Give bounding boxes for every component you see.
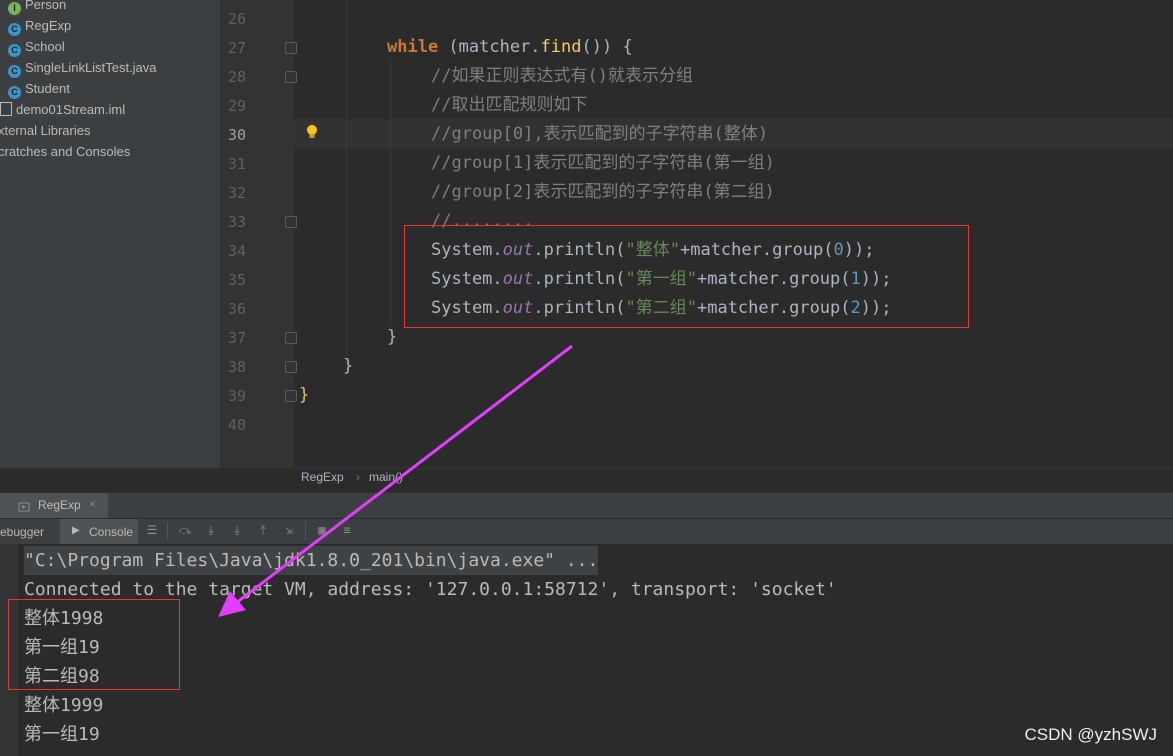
breadcrumb-separator: › bbox=[356, 470, 360, 484]
trace-icon[interactable]: ≡ bbox=[340, 523, 354, 537]
tree-item-iml[interactable]: demo01Stream.iml bbox=[0, 99, 125, 120]
tab-console[interactable]: Console bbox=[89, 525, 133, 539]
code-line-37[interactable]: } bbox=[387, 323, 397, 352]
watermark: CSDN @yzhSWJ bbox=[1024, 725, 1158, 744]
line-number: 29 bbox=[227, 97, 246, 115]
code-line-29[interactable]: //取出匹配规则如下 bbox=[431, 91, 587, 120]
console-icon: ▶ bbox=[72, 525, 80, 536]
run-toolbar bbox=[0, 518, 1173, 545]
run-tab-label[interactable]: RegExp bbox=[38, 498, 81, 512]
fold-marker-icon[interactable] bbox=[285, 361, 297, 373]
code-line-27[interactable]: while (matcher.find()) { bbox=[387, 33, 633, 62]
line-number: 36 bbox=[227, 300, 246, 318]
line-number: 33 bbox=[227, 213, 246, 231]
tab-debugger[interactable]: ebugger bbox=[0, 525, 44, 539]
line-number: 37 bbox=[227, 329, 246, 347]
console-line: 整体1999 bbox=[24, 695, 104, 716]
fold-marker-icon[interactable] bbox=[285, 42, 297, 54]
code-line-39[interactable]: } bbox=[299, 381, 309, 410]
fold-marker-icon[interactable] bbox=[285, 332, 297, 344]
line-number: 27 bbox=[227, 39, 246, 57]
line-number: 34 bbox=[227, 242, 246, 260]
tree-item-scratches[interactable]: cratches and Consoles bbox=[0, 141, 130, 162]
tree-item-person[interactable]: I Person bbox=[8, 0, 66, 15]
close-tab-icon[interactable]: × bbox=[89, 497, 96, 511]
tree-item-regexp[interactable]: C RegExp bbox=[8, 15, 71, 36]
console-line: "C:\Program Files\Java\jdk1.8.0_201\bin\… bbox=[24, 546, 599, 575]
step-out-icon[interactable]: ⤒ bbox=[256, 523, 270, 537]
menu-icon[interactable]: ☰ bbox=[145, 523, 159, 537]
breadcrumb-class[interactable]: RegExp bbox=[301, 470, 344, 484]
output-annotation-box bbox=[8, 599, 180, 690]
fold-marker-icon[interactable] bbox=[285, 71, 297, 83]
fold-marker-icon[interactable] bbox=[285, 216, 297, 228]
line-number: 38 bbox=[227, 358, 246, 376]
file-icon bbox=[0, 102, 12, 116]
class-icon: C bbox=[8, 44, 21, 57]
project-tree-panel: I Person C RegExp C School C SingleLinkListT… bbox=[0, 0, 220, 468]
breadcrumb bbox=[294, 468, 1173, 493]
code-line-31[interactable]: //group[1]表示匹配到的子字符串(第一组) bbox=[431, 149, 775, 178]
line-number: 28 bbox=[227, 68, 246, 86]
tree-item-student[interactable]: C Student bbox=[8, 78, 70, 99]
line-number: 26 bbox=[227, 10, 246, 28]
class-icon: C bbox=[8, 86, 21, 99]
fold-marker-icon[interactable] bbox=[285, 390, 297, 402]
toolbar-divider bbox=[305, 522, 306, 540]
tree-item-singlelinklisttest[interactable]: C SingleLinkListTest.java bbox=[8, 57, 157, 78]
class-icon: C bbox=[8, 65, 21, 78]
breadcrumb-method[interactable]: main() bbox=[369, 470, 403, 484]
code-line-30[interactable]: //group[0],表示匹配到的子字符串(整体) bbox=[431, 120, 768, 149]
step-into-icon[interactable]: ⤓ bbox=[204, 523, 218, 537]
code-line-38[interactable]: } bbox=[343, 352, 353, 381]
lightbulb-icon[interactable] bbox=[306, 124, 318, 138]
tree-item-school[interactable]: C School bbox=[8, 36, 65, 57]
line-number: 31 bbox=[227, 155, 246, 173]
tree-item-external-libraries[interactable]: xternal Libraries bbox=[0, 120, 91, 141]
code-annotation-box bbox=[404, 225, 969, 328]
toolbar-divider bbox=[167, 522, 168, 540]
line-number: 39 bbox=[227, 387, 246, 405]
line-number: 32 bbox=[227, 184, 246, 202]
console-line: 第一组19 bbox=[24, 724, 100, 745]
code-line-28[interactable]: //如果正则表达式有()就表示分组 bbox=[431, 62, 693, 91]
step-over-icon[interactable]: ⤼ bbox=[178, 523, 192, 537]
run-config-icon bbox=[18, 498, 30, 512]
indent-guide bbox=[346, 0, 347, 355]
interface-icon: I bbox=[8, 2, 21, 15]
force-step-into-icon[interactable]: ⤓ bbox=[230, 523, 244, 537]
line-number: 30 bbox=[227, 126, 246, 144]
evaluate-icon[interactable]: ▦ bbox=[315, 523, 329, 537]
run-tool-window-header bbox=[0, 492, 1173, 519]
code-line-32[interactable]: //group[2]表示匹配到的子字符串(第二组) bbox=[431, 178, 775, 207]
line-number: 40 bbox=[227, 416, 246, 434]
line-number: 35 bbox=[227, 271, 246, 289]
run-to-cursor-icon[interactable]: ⇲ bbox=[282, 523, 296, 537]
class-icon: C bbox=[8, 23, 21, 36]
indent-guide bbox=[390, 60, 391, 325]
